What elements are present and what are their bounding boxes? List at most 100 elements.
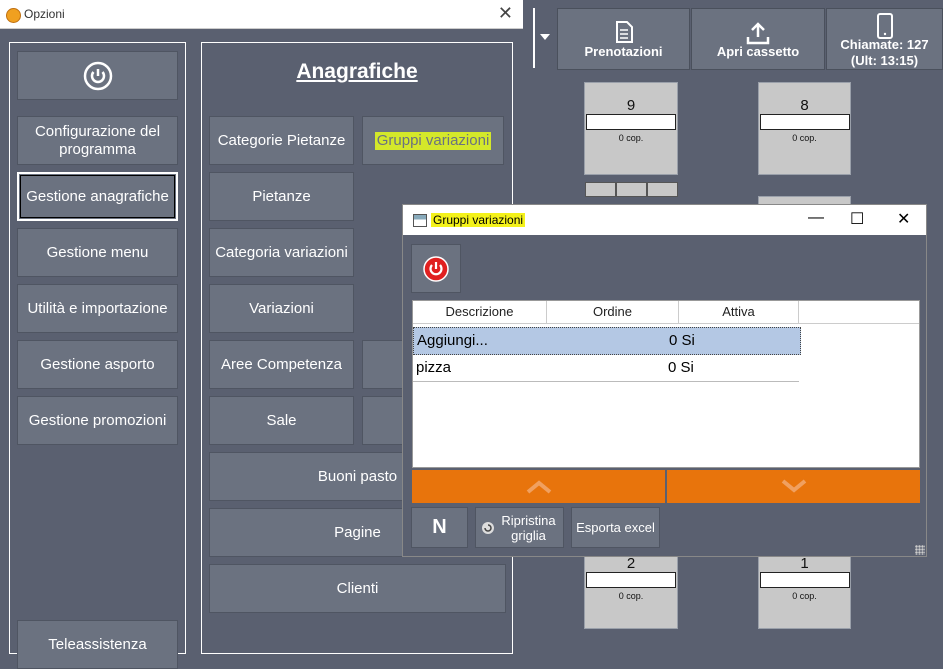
table-segment[interactable] bbox=[585, 182, 616, 197]
menu-label: Gestione menu bbox=[46, 243, 149, 261]
grid-header: Descrizione Ordine Attiva bbox=[413, 301, 919, 324]
app-icon bbox=[6, 8, 21, 23]
button-label: Buoni pasto bbox=[317, 467, 398, 485]
table-covers: 0 cop. bbox=[618, 591, 644, 601]
button-label: Gruppi variazioni bbox=[374, 131, 492, 150]
chevron-up-icon bbox=[526, 480, 552, 494]
variazioni-grid: Descrizione Ordine Attiva Aggiungi... 0 … bbox=[412, 300, 920, 468]
minimize-icon[interactable]: — bbox=[808, 209, 824, 227]
column-ordine[interactable]: Ordine bbox=[547, 301, 679, 323]
column-descrizione[interactable]: Descrizione bbox=[413, 301, 547, 323]
move-down-button[interactable] bbox=[667, 470, 920, 503]
ripristina-label: Ripristina griglia bbox=[501, 512, 556, 543]
document-icon bbox=[615, 21, 633, 43]
chevron-down-icon bbox=[540, 34, 550, 40]
ripristina-griglia-button[interactable]: Ripristina griglia bbox=[475, 507, 564, 548]
aree-competenza-button[interactable]: Aree Competenza bbox=[209, 340, 354, 389]
esporta-label: Esporta excel bbox=[576, 520, 655, 535]
opzioni-titlebar: Opzioni ✕ bbox=[0, 0, 523, 29]
cell-descrizione: Aggiungi... bbox=[417, 332, 488, 349]
cell-ordine-attiva: 0 Si bbox=[668, 359, 694, 376]
button-label: Clienti bbox=[336, 579, 379, 597]
window-icon bbox=[413, 214, 427, 227]
refresh-icon bbox=[481, 521, 494, 534]
menu-gestione-anagrafiche[interactable]: Gestione anagrafiche bbox=[17, 172, 178, 221]
cell-attiva: Si bbox=[680, 359, 694, 376]
maximize-icon[interactable]: ☐ bbox=[850, 209, 864, 229]
button-label: Pietanze bbox=[252, 187, 311, 205]
menu-label: Gestione asporto bbox=[40, 355, 155, 373]
opzioni-title: Opzioni bbox=[24, 7, 65, 21]
power-button[interactable] bbox=[17, 51, 178, 100]
prenotazioni-label: Prenotazioni bbox=[584, 44, 663, 59]
table-covers: 0 cop. bbox=[792, 591, 817, 601]
table-covers: 0 cop. bbox=[618, 133, 644, 143]
chiamate-label: Chiamate: 127 (Ult: 13:15) bbox=[840, 37, 929, 68]
cell-ordine: 0 bbox=[669, 332, 678, 349]
chiamate-button[interactable]: Chiamate: 127 (Ult: 13:15) bbox=[826, 8, 943, 70]
menu-gestione-promozioni[interactable]: Gestione promozioni bbox=[17, 396, 178, 445]
upload-icon bbox=[746, 22, 770, 45]
menu-teleassistenza[interactable]: Teleassistenza bbox=[17, 620, 178, 669]
apri-cassetto-label: Apri cassetto bbox=[716, 44, 800, 59]
button-label: Categoria variazioni bbox=[215, 243, 348, 261]
new-label: N bbox=[432, 516, 447, 538]
move-up-button[interactable] bbox=[412, 470, 665, 503]
gruppi-variazioni-window: Gruppi variazioni — ☐ ✕ Descrizione Ordi… bbox=[402, 204, 927, 557]
gruppi-title: Gruppi variazioni bbox=[431, 213, 526, 227]
button-label: Categorie Pietanze bbox=[217, 131, 346, 149]
table-row[interactable]: Aggiungi... 0 Si bbox=[413, 327, 801, 355]
table-bar bbox=[759, 114, 850, 130]
table-card-9[interactable]: 9 0 cop. bbox=[584, 82, 678, 175]
table-covers: 0 cop. bbox=[792, 133, 817, 143]
variazioni-button[interactable]: Variazioni bbox=[209, 284, 354, 333]
categoria-variazioni-button[interactable]: Categoria variazioni bbox=[209, 228, 354, 277]
table-number: 9 bbox=[626, 97, 636, 114]
table-row[interactable]: pizza 0 Si bbox=[413, 355, 799, 382]
close-icon[interactable]: ✕ bbox=[897, 209, 910, 229]
sale-button[interactable]: Sale bbox=[209, 396, 354, 445]
resize-grip-icon[interactable] bbox=[915, 545, 925, 555]
chevron-down-icon bbox=[781, 479, 807, 493]
button-label: Variazioni bbox=[249, 299, 314, 317]
table-bar bbox=[586, 114, 676, 130]
anagrafiche-title: Anagrafiche bbox=[296, 60, 418, 83]
prenotazioni-button[interactable]: Prenotazioni bbox=[557, 8, 690, 70]
column-attiva[interactable]: Attiva bbox=[679, 301, 799, 323]
esporta-excel-button[interactable]: Esporta excel bbox=[571, 507, 660, 548]
table-card-8[interactable]: 8 0 cop. bbox=[758, 82, 851, 175]
menu-utilita[interactable]: Utilità e importazione bbox=[17, 284, 178, 333]
cell-attiva: Si bbox=[681, 332, 695, 349]
power-icon bbox=[83, 61, 112, 90]
cell-ordine-attiva: 0 Si bbox=[669, 332, 695, 349]
menu-label: Configurazione del programma bbox=[34, 122, 161, 158]
table-number: 2 bbox=[626, 555, 636, 572]
pietanze-button[interactable]: Pietanze bbox=[209, 172, 354, 221]
pos-menu-toggle[interactable] bbox=[533, 8, 553, 68]
new-button[interactable]: N bbox=[411, 507, 468, 548]
phone-icon bbox=[876, 13, 893, 39]
table-bar bbox=[759, 572, 850, 588]
menu-label: Utilità e importazione bbox=[27, 299, 168, 317]
cell-ordine: 0 bbox=[668, 359, 677, 376]
power-off-button[interactable] bbox=[411, 244, 461, 293]
apri-cassetto-button[interactable]: Apri cassetto bbox=[691, 8, 825, 70]
gruppi-variazioni-button[interactable]: Gruppi variazioni bbox=[362, 116, 504, 165]
table-bar bbox=[586, 572, 676, 588]
categorie-pietanze-button[interactable]: Categorie Pietanze bbox=[209, 116, 354, 165]
table-number: 8 bbox=[800, 97, 809, 114]
button-label: Sale bbox=[266, 411, 297, 429]
menu-gestione-asporto[interactable]: Gestione asporto bbox=[17, 340, 178, 389]
table-number: 1 bbox=[800, 555, 809, 572]
clienti-button[interactable]: Clienti bbox=[209, 564, 506, 613]
table-segment[interactable] bbox=[616, 182, 647, 197]
gruppi-titlebar: Gruppi variazioni — ☐ ✕ bbox=[403, 205, 926, 235]
cell-descrizione: pizza bbox=[416, 359, 452, 376]
button-label: Pagine bbox=[334, 523, 381, 541]
menu-label: Gestione promozioni bbox=[28, 411, 167, 429]
power-icon bbox=[423, 255, 449, 282]
table-segment[interactable] bbox=[647, 182, 678, 197]
menu-gestione-menu[interactable]: Gestione menu bbox=[17, 228, 178, 277]
close-icon[interactable]: ✕ bbox=[498, 3, 513, 24]
menu-configurazione[interactable]: Configurazione del programma bbox=[17, 116, 178, 165]
